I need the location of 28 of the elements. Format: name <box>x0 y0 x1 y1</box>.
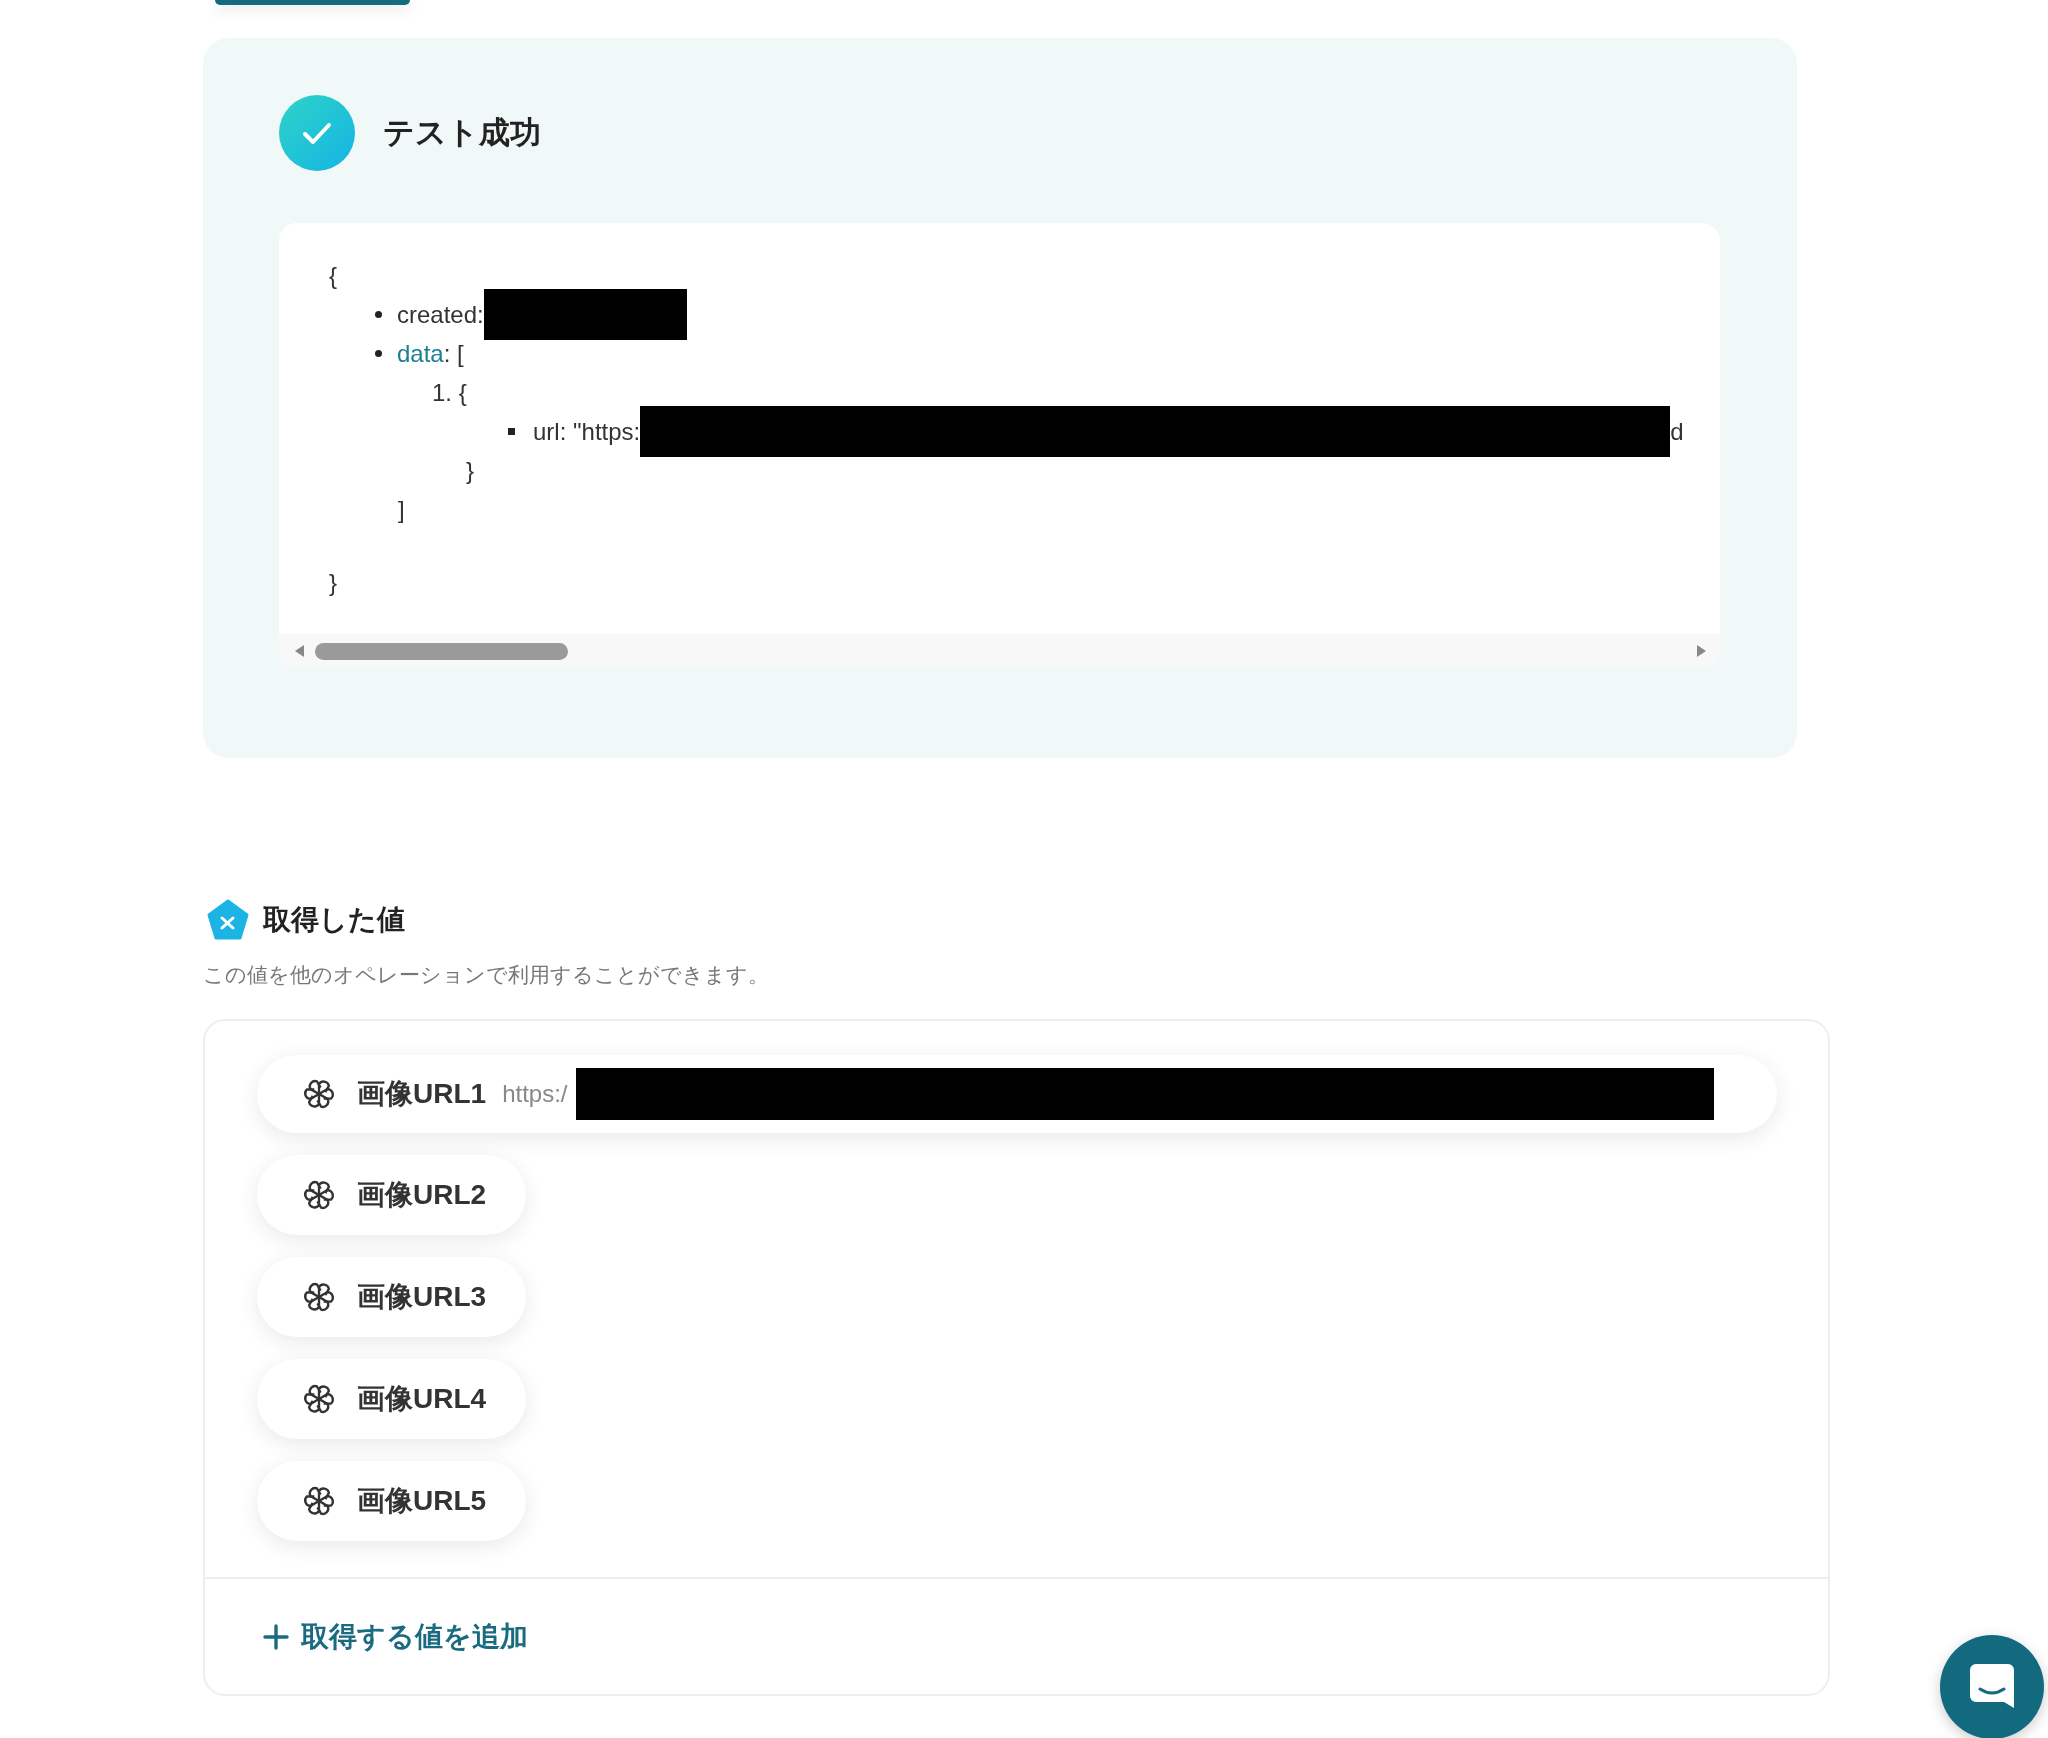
scroll-right-icon[interactable] <box>1696 644 1708 658</box>
json-list-item: 1. { <box>432 378 467 408</box>
json-brace: } <box>329 568 337 598</box>
bullet-icon <box>508 428 515 435</box>
json-key: url: "https: <box>533 412 641 451</box>
value-chip[interactable]: 画像URL3 <box>257 1257 527 1337</box>
section-description: この値を他のオペレーションで利用することができます。 <box>203 962 770 988</box>
json-text: d <box>1670 417 1684 447</box>
value-chip[interactable]: 画像URL1 https:/ <box>257 1055 1777 1133</box>
add-value-link[interactable]: 取得する値を追加 <box>205 1579 1828 1694</box>
section-title: 取得した値 <box>263 903 405 937</box>
bullet-icon <box>375 350 382 357</box>
plus-icon <box>263 1623 289 1650</box>
json-key: created: <box>397 295 484 334</box>
scroll-left-icon[interactable] <box>293 644 305 658</box>
json-bracket: ] <box>398 495 405 525</box>
chat-button[interactable] <box>1940 1635 2044 1738</box>
scrollbar-thumb[interactable] <box>315 642 568 660</box>
json-brace: { <box>329 261 337 291</box>
bullet-icon <box>375 311 382 318</box>
json-key: data <box>397 334 444 373</box>
variable-icon <box>207 899 249 941</box>
json-brace: } <box>466 456 474 486</box>
json-bracket: : [ <box>443 339 464 369</box>
value-chip[interactable]: 画像URL5 <box>257 1461 527 1541</box>
result-title: テスト成功 <box>383 114 541 152</box>
value-chip[interactable]: 画像URL4 <box>257 1359 527 1439</box>
value-chip[interactable]: 画像URL2 <box>257 1155 527 1235</box>
